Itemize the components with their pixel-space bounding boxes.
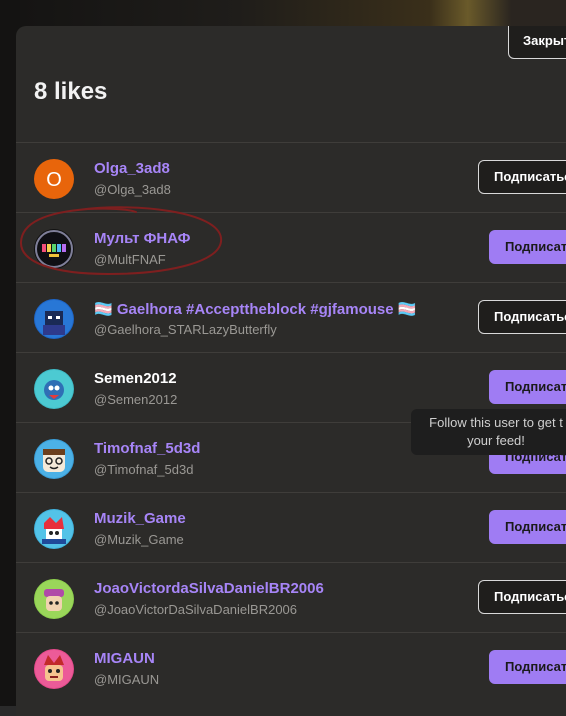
user-name[interactable]: Мульт ФНАФ [94,230,190,247]
follow-button[interactable]: Подписаться [489,230,566,264]
follow-button[interactable]: Подписаться [478,580,566,614]
follow-button[interactable]: Подписаться [489,510,566,544]
avatar[interactable] [34,229,74,269]
list-item: JoaoVictordaSilvaDanielBR2006 @JoaoVicto… [16,562,566,632]
list-item: Muzik_Game @Muzik_Game Подписаться [16,492,566,562]
follow-button[interactable]: Подписаться [478,300,566,334]
avatar[interactable]: O [34,159,74,199]
user-handle: @MIGAUN [94,672,160,687]
follow-button[interactable]: Подписаться [478,160,566,194]
close-button[interactable]: Закрыть [508,26,566,59]
avatar[interactable] [34,439,74,479]
user-name[interactable]: Timofnaf_5d3d [94,440,200,457]
avatar[interactable] [34,369,74,409]
user-handle: @Gaelhora_STARLazyButterfly [94,322,277,337]
follow-button[interactable]: Подписаться [489,650,566,684]
list-item: MIGAUN @MIGAUN Подписаться [16,632,566,702]
user-handle: @Olga_3ad8 [94,182,171,197]
tooltip-line-1: Follow this user to get t [429,415,563,430]
user-name[interactable]: JoaoVictordaSilvaDanielBR2006 [94,580,324,597]
list-item: O Olga_3ad8 @Olga_3ad8 Подписаться [16,142,566,212]
user-name[interactable]: Olga_3ad8 [94,160,170,177]
user-handle: @Semen2012 [94,392,178,407]
avatar[interactable] [34,579,74,619]
list-item: 🏳️‍⚧️ Gaelhora #Accepttheblock #gjfamous… [16,282,566,352]
list-item: Мульт ФНАФ @MultFNAF Подписаться [16,212,566,282]
user-name[interactable]: 🏳️‍⚧️ Gaelhora #Accepttheblock #gjfamous… [94,300,416,318]
user-handle: @MultFNAF [94,252,166,267]
user-handle: @JoaoVictorDaSilvaDanielBR2006 [94,602,298,617]
avatar[interactable] [34,299,74,339]
user-name[interactable]: Semen2012 [94,370,177,387]
follow-button[interactable]: Подписаться [489,370,566,404]
likes-modal: Закрыть 8 likes O Olga_3ad8 @Olga_3ad8 П… [16,26,566,716]
tooltip-line-2: your feed! [467,433,525,448]
user-name[interactable]: Muzik_Game [94,510,186,527]
likes-count-title: 8 likes [34,78,108,105]
user-name[interactable]: MIGAUN [94,650,155,667]
avatar[interactable] [34,509,74,549]
user-handle: @Muzik_Game [94,532,184,547]
avatar[interactable] [34,649,74,689]
user-handle: @Timofnaf_5d3d [94,462,194,477]
svg-text:O: O [46,169,62,191]
follow-tooltip: Follow this user to get t your feed! [411,409,566,455]
background-content [20,0,566,26]
